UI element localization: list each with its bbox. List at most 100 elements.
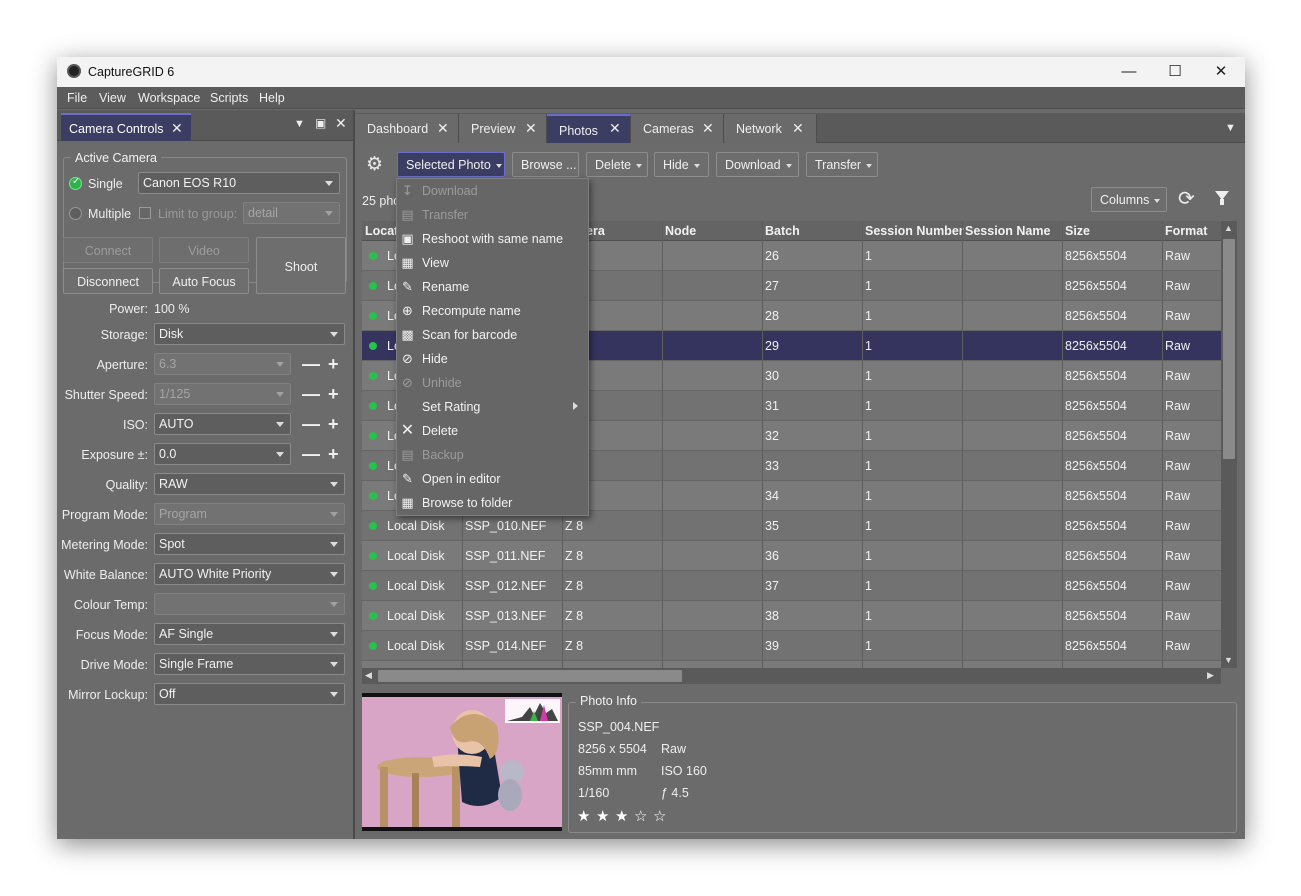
delete-button[interactable]: Delete (586, 152, 648, 177)
menu-item-backup[interactable]: ▤ Backup (397, 443, 588, 467)
exposure-plus-icon[interactable]: + (328, 445, 339, 463)
menu-item-rename[interactable]: ✎ Rename (397, 275, 588, 299)
exposure-minus-icon[interactable]: — (302, 445, 320, 463)
scroll-left-icon[interactable]: ◀ (365, 670, 372, 681)
aperture-plus-icon[interactable]: + (328, 355, 339, 373)
menu-help[interactable]: Help (259, 91, 285, 105)
iso-minus-icon[interactable]: — (302, 415, 320, 433)
panel-splitter[interactable] (353, 110, 355, 839)
multiple-radio[interactable] (69, 207, 82, 220)
col-node[interactable]: Node (665, 224, 696, 238)
transfer-button[interactable]: Transfer (806, 152, 878, 177)
shutter-plus-icon[interactable]: + (328, 385, 339, 403)
star-empty-icon[interactable]: ☆ (634, 807, 647, 825)
tab-list-icon[interactable]: ▼ (1225, 122, 1236, 134)
tab-dashboard[interactable]: Dashboard ✕ (355, 114, 459, 143)
white-balance-select[interactable]: AUTO White Priority (154, 563, 345, 585)
menu-item-set-rating[interactable]: Set Rating (397, 395, 588, 419)
close-icon[interactable]: ✕ (792, 120, 804, 137)
panel-float-icon[interactable]: ▣ (315, 116, 326, 130)
camera-select[interactable]: Canon EOS R10 (138, 172, 340, 194)
menu-view[interactable]: View (99, 91, 126, 105)
shoot-button[interactable]: Shoot (256, 237, 346, 294)
scroll-down-icon[interactable]: ▼ (1224, 655, 1233, 665)
maximize-icon[interactable]: ☐ (1157, 60, 1193, 84)
close-icon[interactable]: ✕ (702, 120, 714, 137)
aperture-minus-icon[interactable]: — (302, 355, 320, 373)
tab-preview[interactable]: Preview ✕ (459, 114, 547, 143)
iso-plus-icon[interactable]: + (328, 415, 339, 433)
menu-item-view[interactable]: ▦ View (397, 251, 588, 275)
menu-item-delete[interactable]: ✕ Delete (397, 419, 588, 443)
table-row[interactable]: Local Disk SSP_012.NEF Z 8 37 1 8256x5504 Raw (362, 571, 1221, 601)
quality-select[interactable]: RAW (154, 473, 345, 495)
col-location[interactable]: Locat (365, 224, 398, 238)
table-row[interactable]: Local Disk SSP_014.NEF Z 8 39 1 8256x5504 Raw (362, 631, 1221, 661)
disconnect-button[interactable]: Disconnect (63, 268, 153, 294)
program-mode-select[interactable]: Program (154, 503, 345, 525)
table-horizontal-scrollbar[interactable]: ◀ ▶ (362, 668, 1221, 684)
hide-button[interactable]: Hide (654, 152, 709, 177)
menu-workspace[interactable]: Workspace (138, 91, 200, 105)
menu-item-unhide[interactable]: ⊘ Unhide (397, 371, 588, 395)
panel-menu-icon[interactable]: ▼ (294, 118, 305, 130)
iso-select[interactable]: AUTO (154, 413, 291, 435)
selected-photo-button[interactable]: Selected Photo (397, 152, 505, 177)
col-session-name[interactable]: Session Name (965, 224, 1050, 238)
menu-item-transfer[interactable]: ▤ Transfer (397, 203, 588, 227)
table-row[interactable]: Local Disk SSP_013.NEF Z 8 38 1 8256x5504 Raw (362, 601, 1221, 631)
gear-icon[interactable]: ⚙ (366, 153, 383, 176)
scroll-up-icon[interactable]: ▲ (1224, 223, 1233, 233)
close-icon[interactable]: ✕ (609, 120, 621, 137)
download-button[interactable]: Download (716, 152, 799, 177)
star-empty-icon[interactable]: ☆ (653, 807, 666, 825)
focus-mode-select[interactable]: AF Single (154, 623, 345, 645)
menu-item-hide[interactable]: ⊘ Hide (397, 347, 588, 371)
colour-temp-select[interactable] (154, 593, 345, 615)
tab-network[interactable]: Network ✕ (724, 114, 817, 143)
limit-group-select[interactable]: detail (243, 202, 340, 224)
exposure-select[interactable]: 0.0 (154, 443, 291, 465)
table-vertical-scrollbar[interactable]: ▲ ▼ (1221, 221, 1237, 668)
col-format[interactable]: Format (1165, 224, 1207, 238)
columns-button[interactable]: Columns (1091, 187, 1167, 212)
table-row[interactable]: Local Disk SSP_011.NEF Z 8 36 1 8256x5504 Raw (362, 541, 1221, 571)
auto-focus-button[interactable]: Auto Focus (159, 268, 249, 294)
menu-file[interactable]: File (67, 91, 87, 105)
close-window-icon[interactable]: ✕ (1203, 60, 1239, 84)
refresh-icon[interactable]: ⟳ (1178, 186, 1195, 211)
menu-item-recompute-name[interactable]: ⊕ Recompute name (397, 299, 588, 323)
scrollbar-thumb[interactable] (1223, 239, 1235, 459)
tab-photos[interactable]: Photos ✕ (547, 114, 631, 143)
menu-item-open-editor[interactable]: ✎ Open in editor (397, 467, 588, 491)
video-button[interactable]: Video (159, 237, 249, 263)
menu-item-download[interactable]: ↧ Download (397, 179, 588, 203)
storage-select[interactable]: Disk (154, 323, 345, 345)
star-filled-icon[interactable]: ★ (596, 807, 609, 825)
mirror-lockup-select[interactable]: Off (154, 683, 345, 705)
limit-group-checkbox[interactable] (139, 207, 151, 219)
col-batch[interactable]: Batch (765, 224, 800, 238)
close-icon[interactable]: ✕ (525, 120, 537, 137)
menu-item-scan-barcode[interactable]: ▩ Scan for barcode (397, 323, 588, 347)
hscrollbar-thumb[interactable] (378, 670, 682, 682)
col-size[interactable]: Size (1065, 224, 1090, 238)
metering-mode-select[interactable]: Spot (154, 533, 345, 555)
menu-item-reshoot[interactable]: ▣ Reshoot with same name (397, 227, 588, 251)
close-icon[interactable]: ✕ (437, 120, 449, 137)
shutter-minus-icon[interactable]: — (302, 385, 320, 403)
minimize-icon[interactable]: — (1111, 60, 1147, 84)
scroll-right-icon[interactable]: ▶ (1207, 670, 1214, 681)
close-icon[interactable]: ✕ (171, 120, 183, 137)
tab-cameras[interactable]: Cameras ✕ (631, 114, 724, 143)
drive-mode-select[interactable]: Single Frame (154, 653, 345, 675)
menu-item-browse-folder[interactable]: ▦ Browse to folder (397, 491, 588, 515)
shutter-speed-select[interactable]: 1/125 (154, 383, 291, 405)
tab-camera-controls[interactable]: Camera Controls ✕ (61, 113, 191, 141)
connect-button[interactable]: Connect (63, 237, 153, 263)
star-filled-icon[interactable]: ★ (577, 807, 590, 825)
aperture-select[interactable]: 6.3 (154, 353, 291, 375)
col-session-number[interactable]: Session Number (865, 224, 964, 238)
star-filled-icon[interactable]: ★ (615, 807, 628, 825)
panel-close-icon[interactable]: ✕ (335, 115, 347, 132)
